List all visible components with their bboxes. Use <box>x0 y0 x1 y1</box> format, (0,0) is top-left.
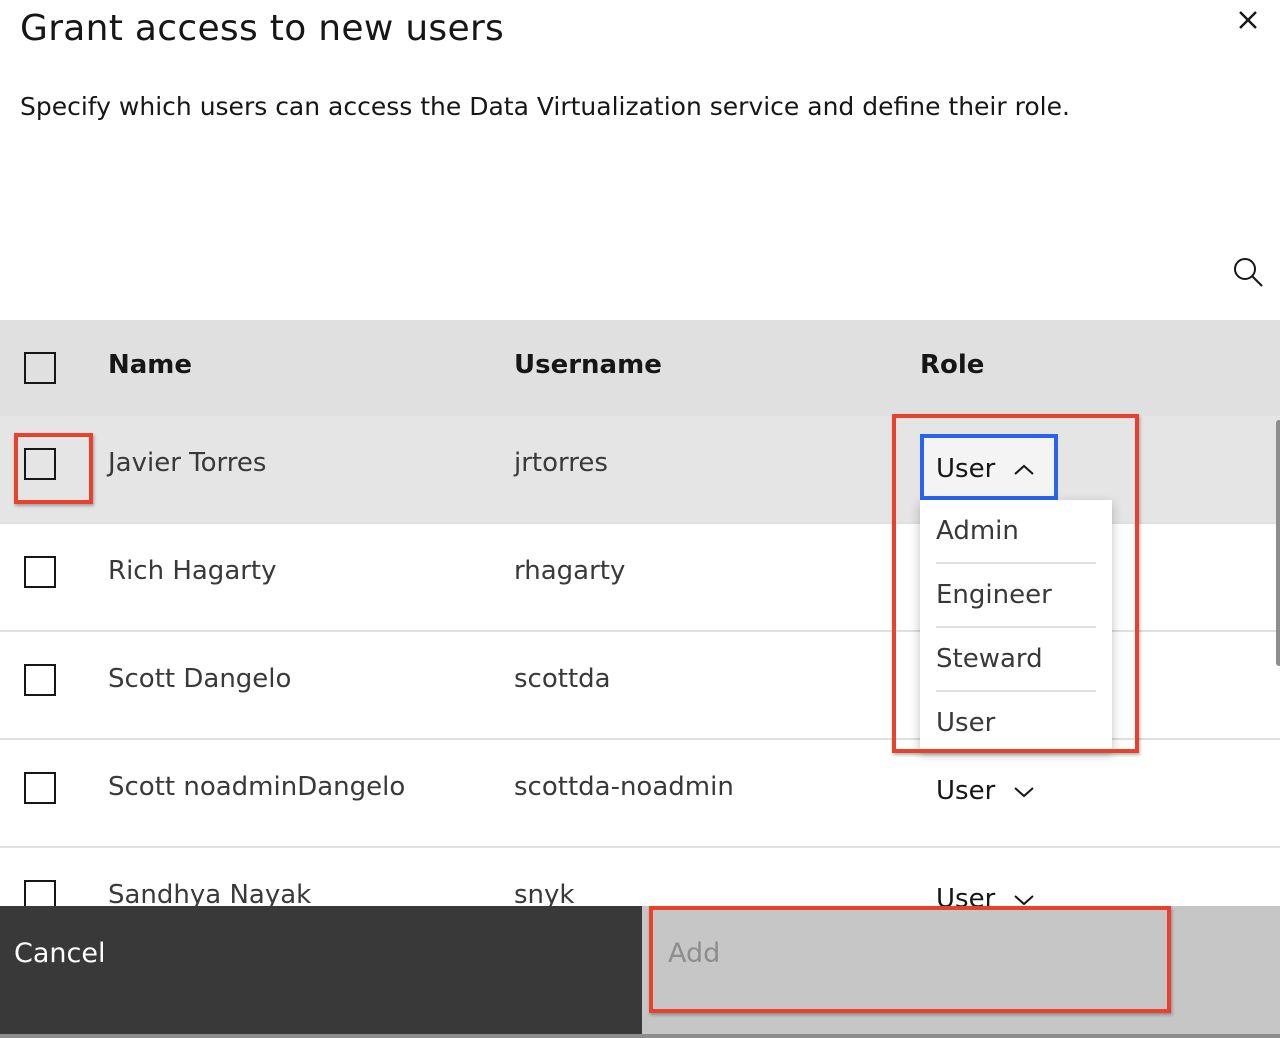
row-username: scottda-noadmin <box>514 772 734 802</box>
role-select[interactable]: User <box>936 776 1035 806</box>
role-dropdown-open[interactable]: User <box>920 434 1058 500</box>
bottom-border <box>0 1034 1280 1038</box>
chevron-down-icon <box>1014 894 1034 905</box>
role-value: User <box>936 454 996 484</box>
role-option-admin[interactable]: Admin <box>936 500 1096 564</box>
role-option-engineer[interactable]: Engineer <box>936 564 1096 628</box>
close-icon[interactable] <box>1234 6 1262 34</box>
select-all-checkbox[interactable] <box>24 352 56 384</box>
row-checkbox[interactable] <box>24 556 56 588</box>
header-username[interactable]: Username <box>514 350 662 380</box>
add-button[interactable]: Add <box>642 906 1280 1034</box>
role-option-steward[interactable]: Steward <box>936 628 1096 692</box>
row-name: Scott Dangelo <box>108 664 292 694</box>
dialog-title: Grant access to new users <box>20 8 505 49</box>
scrollbar[interactable] <box>1276 420 1280 666</box>
table-header: Name Username Role <box>0 320 1280 416</box>
row-name: Rich Hagarty <box>108 556 277 586</box>
row-username: jrtorres <box>514 448 608 478</box>
row-name: Scott noadminDangelo <box>108 772 406 802</box>
row-name: Javier Torres <box>108 448 267 478</box>
header-name[interactable]: Name <box>108 350 192 380</box>
dialog-footer: Cancel Add <box>0 906 1280 1034</box>
table-row: Scott noadminDangelo scottda-noadmin Use… <box>0 740 1280 848</box>
role-dropdown-menu: Admin Engineer Steward User <box>920 500 1112 750</box>
search-icon[interactable] <box>1232 256 1264 288</box>
row-checkbox[interactable] <box>24 664 56 696</box>
row-username: scottda <box>514 664 611 694</box>
role-value: User <box>936 776 996 806</box>
chevron-up-icon <box>1014 464 1034 475</box>
header-role[interactable]: Role <box>920 350 984 380</box>
chevron-down-icon <box>1014 786 1034 797</box>
row-checkbox[interactable] <box>24 448 56 480</box>
row-username: rhagarty <box>514 556 626 586</box>
role-option-user[interactable]: User <box>936 692 1096 756</box>
cancel-button[interactable]: Cancel <box>0 906 642 1034</box>
dialog-description: Specify which users can access the Data … <box>20 92 1070 121</box>
row-checkbox[interactable] <box>24 772 56 804</box>
